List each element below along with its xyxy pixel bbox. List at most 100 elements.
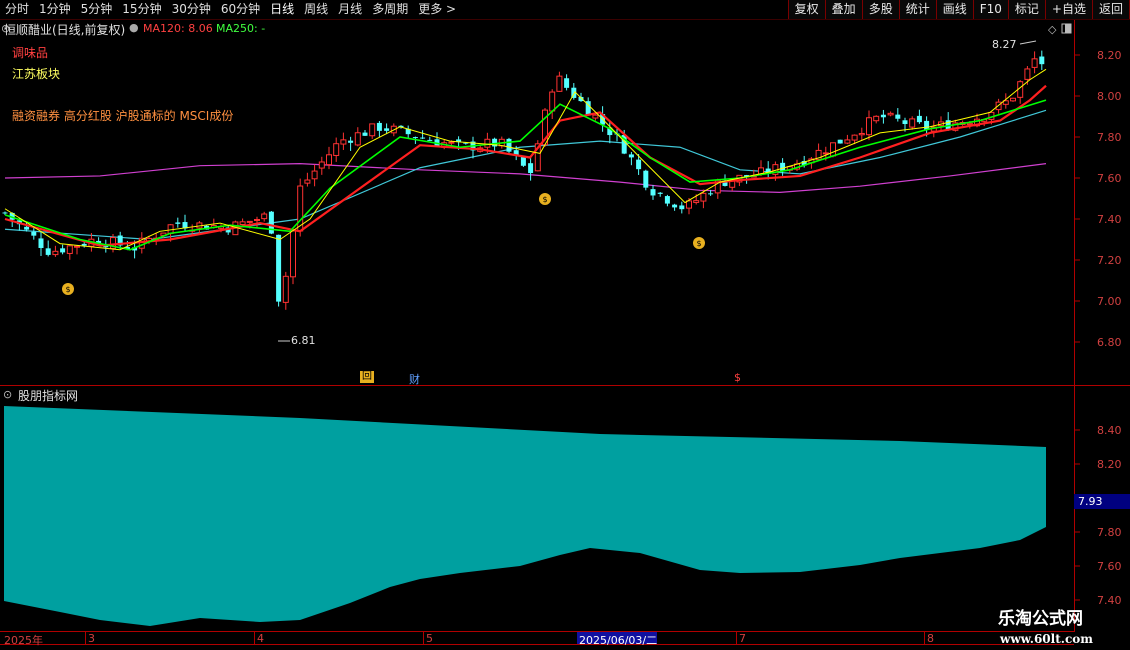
tab-period[interactable]: 60分钟 bbox=[216, 0, 265, 19]
tool-button[interactable]: 多股 bbox=[861, 0, 900, 19]
tab-period[interactable]: 周线 bbox=[299, 0, 333, 19]
low-price-label: 6.81 bbox=[291, 334, 316, 347]
diamond-icon[interactable]: ◇ bbox=[1048, 23, 1057, 36]
candle-body bbox=[175, 222, 181, 224]
candle-body bbox=[311, 170, 318, 180]
candle-body bbox=[506, 138, 512, 152]
candle-body bbox=[858, 132, 865, 136]
settings-dot-icon[interactable]: ● bbox=[129, 21, 139, 34]
ma250-label: MA250: - bbox=[216, 22, 266, 35]
candle-body bbox=[246, 220, 253, 223]
concept-tags[interactable]: 融资融券 高分红股 沪股通标的 MSCI成份 bbox=[12, 107, 233, 124]
candle-body bbox=[420, 137, 426, 139]
date-label: 4 bbox=[257, 632, 264, 645]
finance-marker[interactable]: 财 bbox=[409, 371, 420, 387]
candle-body bbox=[239, 221, 246, 226]
date-label: 3 bbox=[88, 632, 95, 645]
money-bag-icon[interactable]: $ bbox=[693, 237, 705, 249]
candle-body bbox=[866, 117, 872, 136]
tool-button[interactable]: 标记 bbox=[1007, 0, 1046, 19]
region-tag[interactable]: 江苏板块 bbox=[12, 65, 60, 82]
indicator-settings-icon[interactable]: ⊙ bbox=[3, 388, 12, 401]
indicator-title: 股朋指标网 bbox=[18, 389, 79, 403]
tool-button[interactable]: 画线 bbox=[935, 0, 974, 19]
candle-body bbox=[52, 250, 59, 256]
candle-body bbox=[700, 192, 707, 202]
candle-body bbox=[851, 134, 858, 141]
candle-body bbox=[880, 114, 886, 118]
ma120-label: MA120: 8.06 bbox=[143, 22, 213, 35]
candle-body bbox=[354, 132, 361, 146]
candle-body bbox=[340, 139, 347, 145]
candle-body bbox=[887, 112, 894, 116]
candle-body bbox=[895, 114, 901, 119]
tool-button[interactable]: 叠加 bbox=[824, 0, 863, 19]
indicator-tick-label: 8.40 bbox=[1097, 424, 1122, 437]
chart-canvas[interactable]: 8.20 8.00 7.80 7.60 7.40 7.20 7.00 6.80 8.40 8.2… bbox=[0, 0, 1130, 650]
tool-button[interactable]: 统计 bbox=[898, 0, 937, 19]
tab-period[interactable]: 月线 bbox=[333, 0, 367, 19]
candle-body bbox=[556, 75, 563, 92]
candle-body bbox=[38, 238, 44, 248]
review-marker[interactable]: 回 bbox=[360, 371, 374, 383]
candle-body bbox=[304, 179, 311, 184]
price-tick-label: 7.80 bbox=[1097, 131, 1122, 144]
candle-body bbox=[1010, 97, 1016, 102]
date-label: 2025年 bbox=[4, 634, 43, 647]
money-bag-icon[interactable]: $ bbox=[539, 193, 551, 205]
candle-body bbox=[636, 159, 642, 170]
date-label: 5 bbox=[426, 632, 433, 645]
candle-body bbox=[66, 245, 73, 254]
indicator-tick-label: 7.40 bbox=[1097, 594, 1122, 607]
dividend-marker[interactable]: $ bbox=[734, 371, 741, 384]
candle-body bbox=[679, 205, 685, 210]
tab-period[interactable]: 日线 bbox=[265, 0, 299, 19]
candle-body bbox=[966, 122, 973, 126]
tab-period[interactable]: 更多 > bbox=[413, 0, 461, 19]
svg-text:$: $ bbox=[65, 285, 70, 294]
candle-body bbox=[628, 154, 634, 158]
indicator-tick-label: 7.80 bbox=[1097, 526, 1122, 539]
candle-body bbox=[686, 200, 692, 209]
candle-body bbox=[384, 128, 390, 131]
tab-period[interactable]: 5分钟 bbox=[76, 0, 118, 19]
candle-body bbox=[664, 196, 670, 204]
price-tick-label: 8.20 bbox=[1097, 49, 1122, 62]
candle-body bbox=[643, 170, 649, 188]
tool-button[interactable]: 复权 bbox=[787, 0, 826, 19]
candle-body bbox=[276, 234, 282, 302]
candle-body bbox=[484, 138, 491, 148]
tab-period[interactable]: 30分钟 bbox=[167, 0, 216, 19]
candle-body bbox=[708, 193, 714, 195]
tab-period[interactable]: 1分钟 bbox=[34, 0, 76, 19]
indicator-value: 7.93 bbox=[1078, 495, 1103, 508]
candle-body bbox=[318, 161, 325, 169]
stock-title: 恒顺醋业(日线,前复权) bbox=[4, 23, 126, 37]
tab-period[interactable]: 多周期 bbox=[367, 0, 413, 19]
candle-body bbox=[282, 275, 289, 303]
candle-body bbox=[254, 218, 260, 221]
candle-body bbox=[1039, 56, 1045, 65]
candle-body bbox=[290, 230, 296, 278]
price-tick-label: 8.00 bbox=[1097, 90, 1122, 103]
tool-button[interactable]: 返回 bbox=[1091, 0, 1130, 19]
period-tabs: 分时 1分钟 5分钟 15分钟 30分钟 60分钟 日线 周线 月线 多周期 更多 > bbox=[0, 0, 461, 19]
indicator-tick-label: 7.60 bbox=[1097, 560, 1122, 573]
price-tick-label: 7.00 bbox=[1097, 295, 1122, 308]
candle-body bbox=[830, 142, 836, 157]
candle-body bbox=[333, 143, 340, 156]
candle-body bbox=[564, 78, 570, 88]
candle-body bbox=[520, 156, 526, 166]
candle-body bbox=[528, 163, 534, 174]
tool-button[interactable]: +自选 bbox=[1044, 0, 1093, 19]
industry-tag[interactable]: 调味品 bbox=[12, 44, 48, 61]
candle-body bbox=[412, 137, 418, 139]
tool-button[interactable]: F10 bbox=[972, 0, 1009, 19]
candle-body bbox=[592, 114, 599, 119]
svg-text:$: $ bbox=[696, 239, 701, 248]
candle-body bbox=[909, 118, 916, 128]
tab-period[interactable]: 15分钟 bbox=[117, 0, 166, 19]
candle-body bbox=[672, 204, 678, 208]
money-bag-icon[interactable]: $ bbox=[62, 283, 74, 295]
tab-period[interactable]: 分时 bbox=[0, 0, 34, 19]
